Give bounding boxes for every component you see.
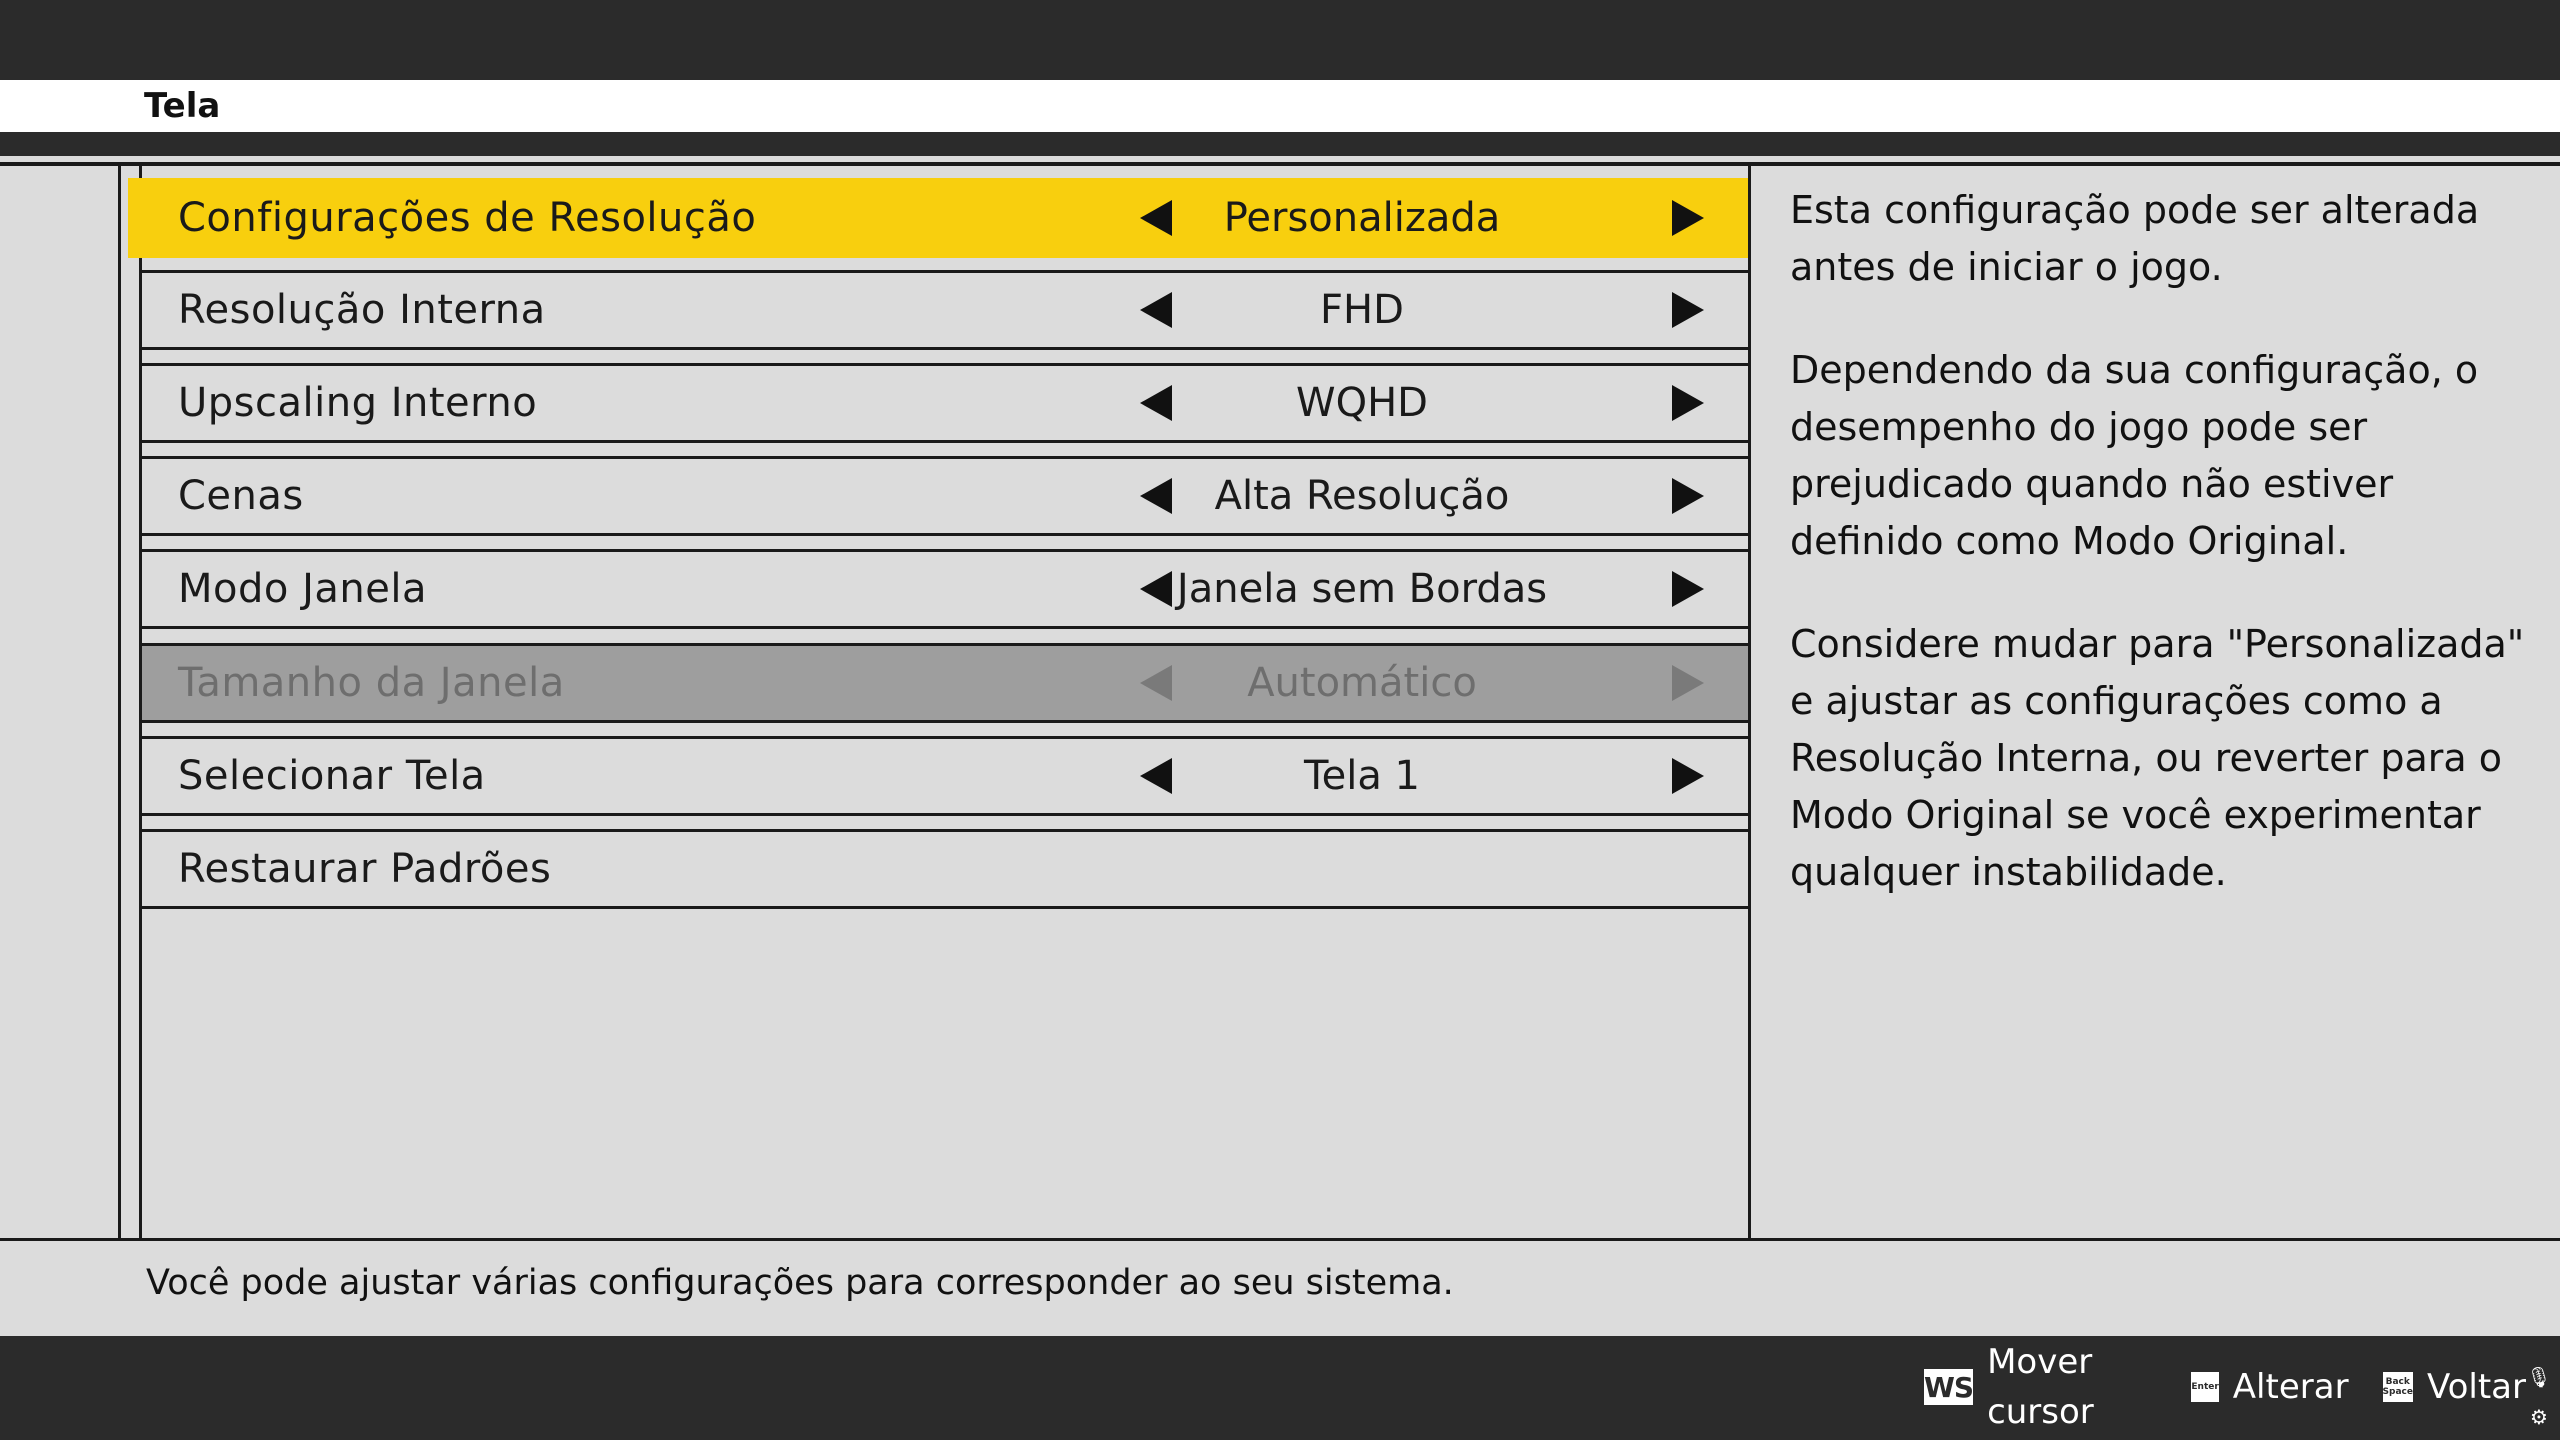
setting-scenes[interactable]: Cenas Alta Resolução [142, 456, 1748, 536]
arrow-right-icon[interactable] [1672, 571, 1704, 607]
restore-defaults-button[interactable]: Restaurar Padrões [142, 829, 1748, 909]
setting-label: Cenas [178, 473, 304, 519]
arrow-right-icon[interactable] [1672, 292, 1704, 328]
enter-key-icon: Enter [2191, 1372, 2219, 1402]
setting-label: Upscaling Interno [178, 380, 538, 426]
setting-resolution-config[interactable]: Configurações de Resolução Personalizada [128, 178, 1748, 258]
ws-key-icon: WS [1924, 1369, 1974, 1405]
hint-text: Você pode ajustar várias configurações p… [146, 1263, 1454, 1303]
setting-select-screen[interactable]: Selecionar Tela Tela 1 [142, 736, 1748, 816]
microphone-icon: 🎙 [2526, 1365, 2552, 1389]
control-hints: WS Mover cursor Enter Alterar Back Space… [1924, 1342, 2560, 1432]
setting-label: Selecionar Tela [178, 753, 486, 799]
arrow-right-icon[interactable] [1672, 478, 1704, 514]
arrow-right-icon[interactable] [1672, 385, 1704, 421]
setting-value: Automático [1247, 660, 1477, 706]
setting-internal-resolution[interactable]: Resolução Interna FHD [142, 270, 1748, 350]
description-paragraph: Considere mudar para "Personalizada" e a… [1790, 622, 2525, 894]
change-hint[interactable]: Alterar [2233, 1362, 2349, 1412]
top-bar [0, 0, 2560, 80]
backspace-key-icon: Back Space [2382, 1372, 2413, 1402]
setting-value: FHD [1320, 287, 1404, 333]
setting-internal-upscaling[interactable]: Upscaling Interno WQHD [142, 363, 1748, 443]
setting-label: Restaurar Padrões [178, 846, 552, 892]
move-cursor-hint[interactable]: Mover cursor [1987, 1337, 2157, 1437]
arrow-right-icon[interactable] [1672, 758, 1704, 794]
arrow-right-icon[interactable] [1672, 200, 1704, 236]
setting-window-mode[interactable]: Modo Janela Janela sem Bordas [142, 549, 1748, 629]
footer-divider [0, 1238, 2560, 1241]
frame-divider [0, 162, 2560, 166]
selection-accent [128, 178, 142, 258]
description-panel: Esta configuração pode ser alterada ante… [1790, 182, 2530, 947]
description-paragraph: Esta configuração pode ser alterada ante… [1790, 188, 2480, 289]
page-title: Tela [144, 86, 221, 126]
back-hint[interactable]: Voltar [2427, 1362, 2526, 1412]
setting-value: Personalizada [1223, 195, 1501, 241]
list-right-border [1748, 166, 1751, 1238]
setting-value: WQHD [1296, 380, 1428, 426]
setting-label: Tamanho da Janela [178, 660, 565, 706]
arrow-right-icon [1672, 665, 1704, 701]
settings-icon: ⚙ [2530, 1405, 2548, 1429]
setting-label: Resolução Interna [178, 287, 546, 333]
setting-label: Configurações de Resolução [178, 195, 757, 241]
setting-window-size: Tamanho da Janela Automático [142, 643, 1748, 723]
title-band: Tela [0, 80, 2560, 132]
setting-value: Alta Resolução [1214, 473, 1510, 519]
left-frame-line [118, 166, 121, 1238]
setting-value: Tela 1 [1303, 753, 1421, 799]
setting-value: Janela sem Bordas [1176, 566, 1548, 612]
header-strip [0, 132, 2560, 156]
setting-label: Modo Janela [178, 566, 427, 612]
description-paragraph: Dependendo da sua configuração, o desemp… [1790, 348, 2479, 563]
